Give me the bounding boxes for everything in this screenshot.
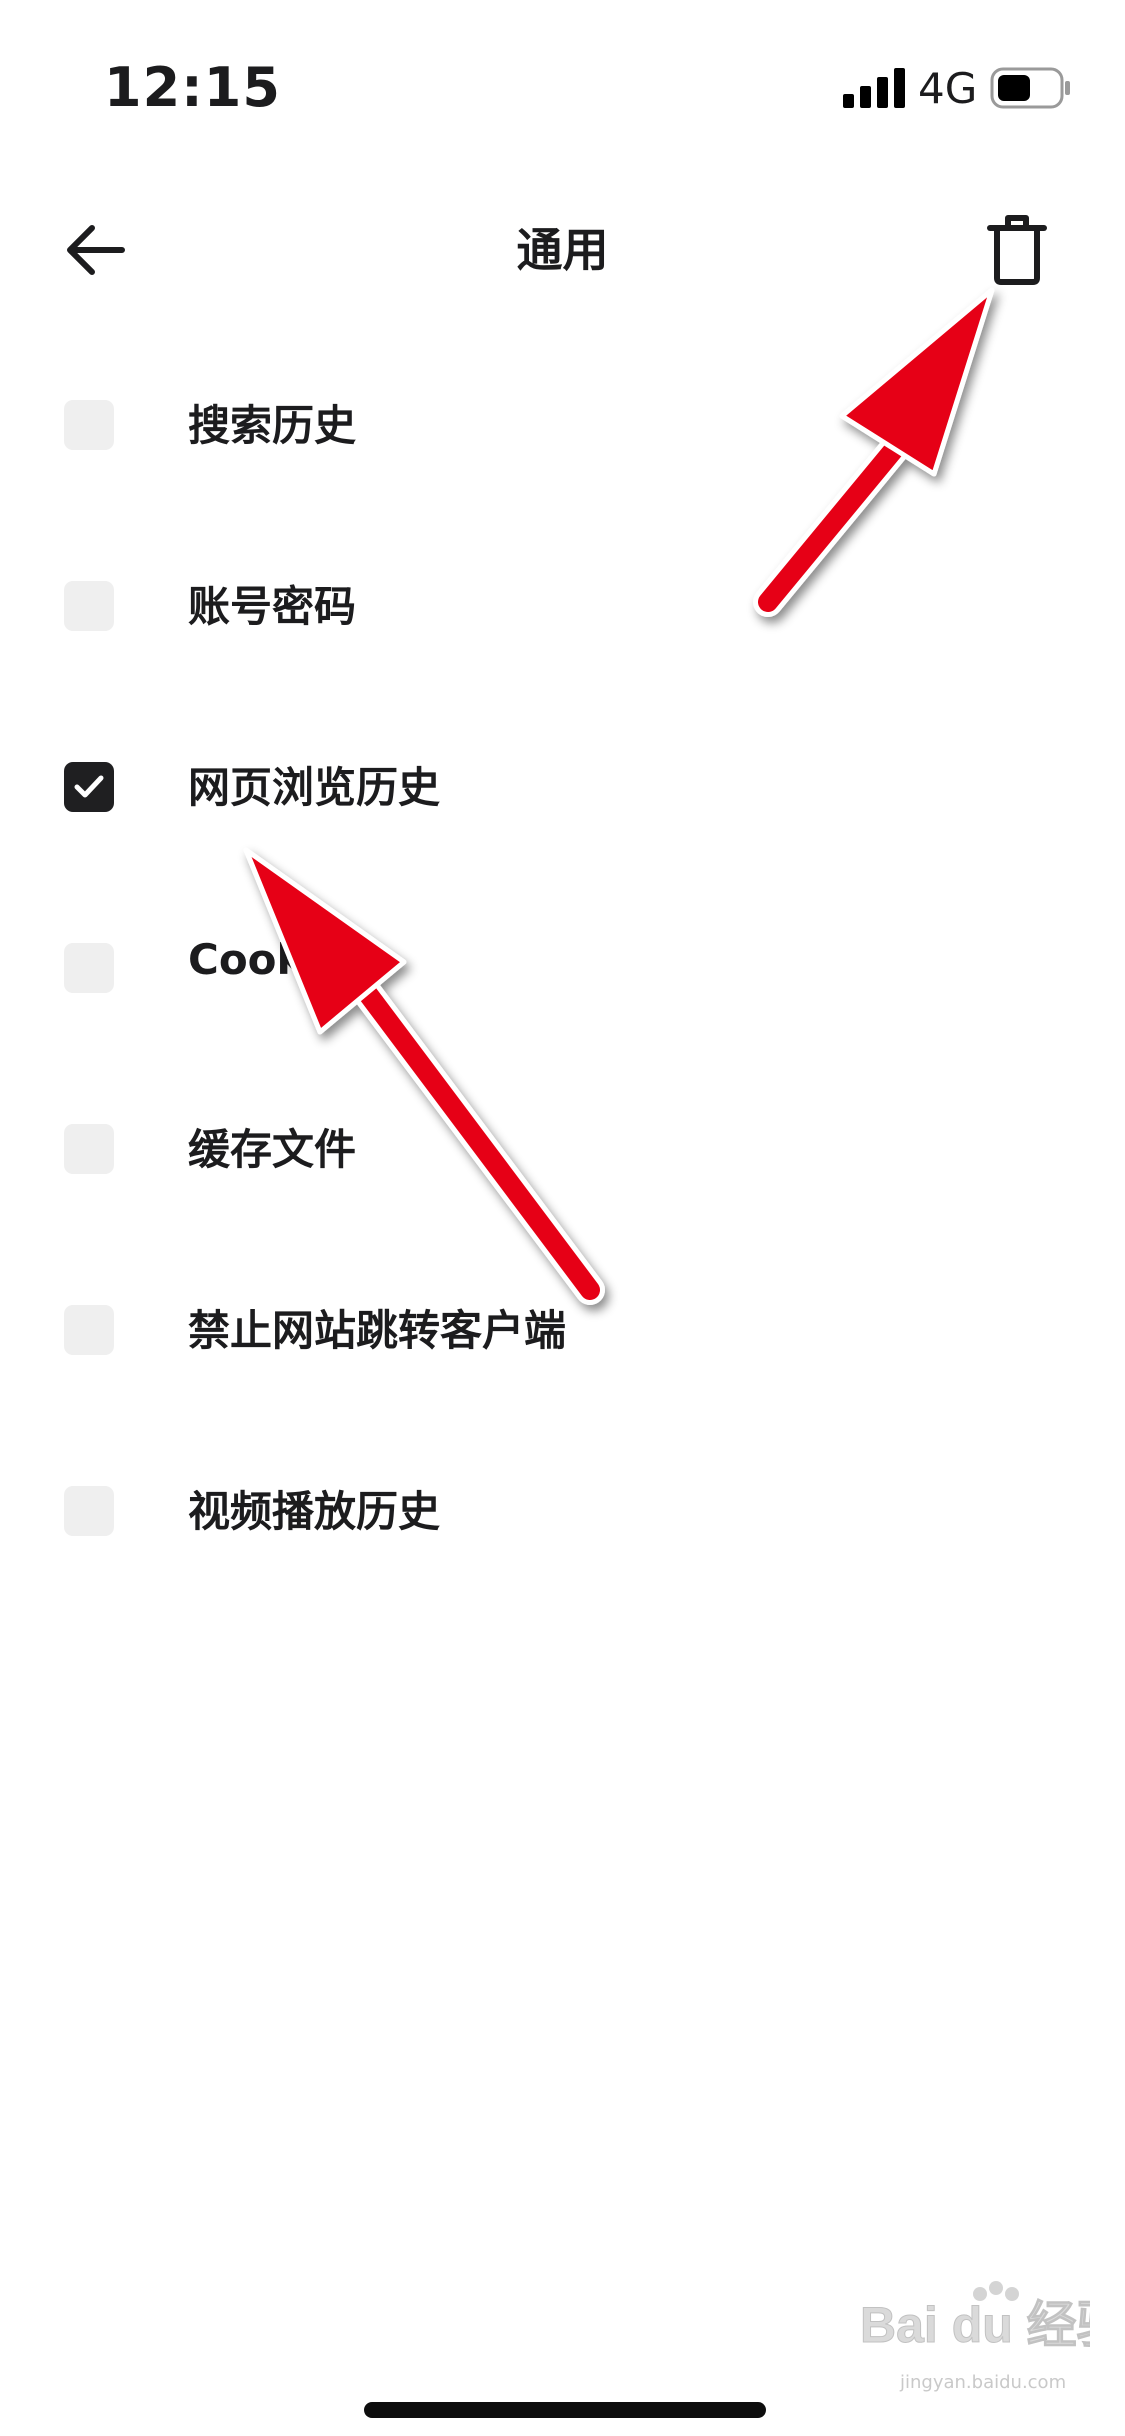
checkbox[interactable] (64, 1124, 114, 1174)
checkbox[interactable] (64, 1486, 114, 1536)
signal-icon (843, 68, 905, 108)
baidu-watermark-logo: Bai du 经验 (860, 2281, 1090, 2354)
status-bar: 12:15 4G (0, 0, 1125, 140)
checkbox[interactable] (64, 943, 114, 993)
option-label: 网页浏览历史 (188, 763, 441, 812)
option-row-search-history[interactable]: 搜索历史 (0, 360, 1125, 541)
battery-icon (990, 67, 1070, 109)
option-label: 搜索历史 (188, 401, 357, 450)
checkbox-checked[interactable] (64, 762, 114, 812)
option-label: 账号密码 (188, 582, 357, 631)
checkbox[interactable] (64, 1305, 114, 1355)
network-label: 4G (918, 64, 978, 113)
option-row-account-password[interactable]: 账号密码 (0, 541, 1125, 722)
option-row-browsing-history[interactable]: 网页浏览历史 (0, 722, 1125, 903)
option-row-cookies[interactable]: Cookies (0, 903, 1125, 1084)
option-label: 禁止网站跳转客户端 (188, 1306, 567, 1355)
watermark-url: jingyan.baidu.com (900, 2372, 1067, 2393)
option-list: 搜索历史 账号密码 网页浏览历史 Cookies 缓存文件 禁止网站跳转客户端 (0, 360, 1125, 1627)
watermark-brand: Bai du 经验 (860, 2297, 1090, 2353)
nav-bar: 通用 (0, 190, 1125, 300)
home-indicator[interactable] (364, 2402, 766, 2418)
option-label: Cookies (188, 935, 373, 984)
page-title: 通用 (516, 223, 609, 277)
trash-icon (987, 215, 1047, 285)
option-label: 缓存文件 (188, 1125, 357, 1174)
checkmark-icon (74, 775, 104, 798)
option-row-block-app-redirect[interactable]: 禁止网站跳转客户端 (0, 1265, 1125, 1446)
option-row-video-history[interactable]: 视频播放历史 (0, 1446, 1125, 1627)
status-time: 12:15 (104, 56, 281, 119)
checkbox[interactable] (64, 581, 114, 631)
screen: 12:15 4G 通用 搜索历史 账号密码 网页浏览历史 Cookies 缓存文… (0, 0, 1125, 2436)
trash-button[interactable] (982, 210, 1052, 288)
checkbox[interactable] (64, 400, 114, 450)
option-label: 视频播放历史 (188, 1487, 441, 1536)
option-row-cache-files[interactable]: 缓存文件 (0, 1084, 1125, 1265)
